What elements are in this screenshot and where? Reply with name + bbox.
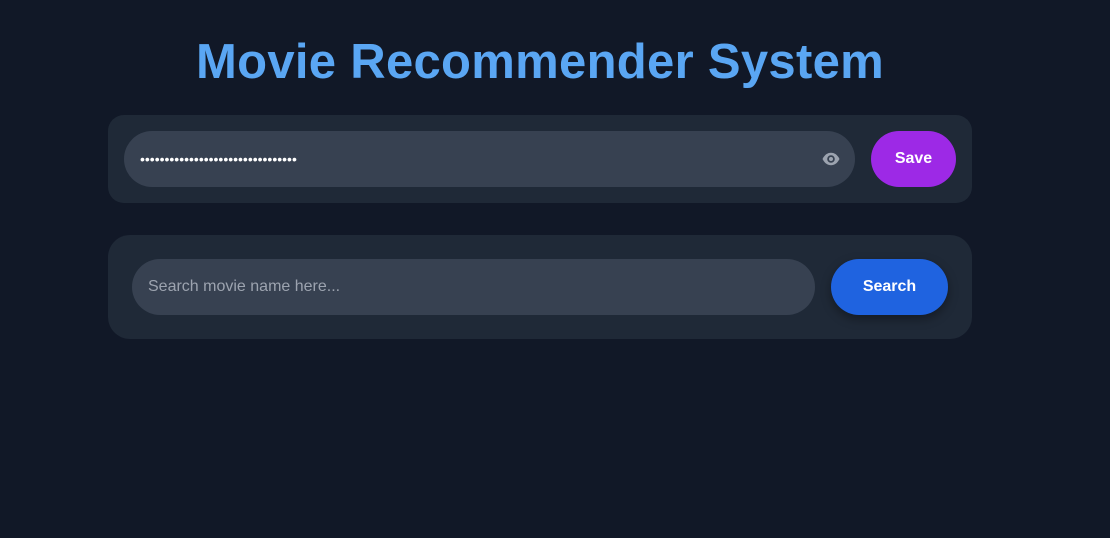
api-key-field-wrapper	[124, 131, 855, 187]
page-title: Movie Recommender System	[195, 35, 884, 89]
search-field-wrapper	[132, 259, 815, 315]
api-key-input[interactable]	[124, 131, 855, 187]
eye-icon[interactable]	[821, 149, 841, 169]
search-input[interactable]	[132, 259, 815, 315]
search-panel: Search	[108, 235, 972, 339]
api-key-panel: Save	[108, 115, 972, 203]
save-button[interactable]: Save	[871, 131, 956, 187]
search-button[interactable]: Search	[831, 259, 948, 315]
